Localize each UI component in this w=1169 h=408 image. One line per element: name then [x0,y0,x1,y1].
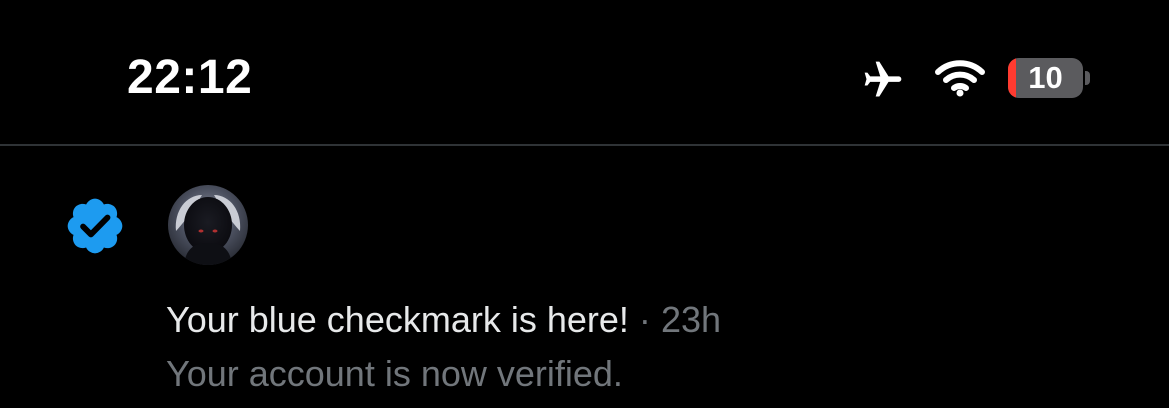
avatar[interactable] [168,185,248,265]
notification-body: Your account is now verified. [166,353,623,394]
airplane-icon [864,61,902,97]
notification-title-line: Your blue checkmark is here! · 23h [166,296,1126,344]
battery-cap [1085,71,1090,85]
battery-body: 10 [1008,58,1083,98]
notification-item[interactable]: Your blue checkmark is here! · 23h Your … [0,146,1169,408]
notification-time: 23h [660,299,722,340]
avatar-image [168,185,248,265]
battery-icon: 10 [1008,58,1090,98]
status-time: 22:12 [127,51,253,104]
verified-badge-icon [67,198,123,254]
wifi-icon [935,60,985,97]
notification-separator: · [638,299,651,340]
notification-text: Your blue checkmark is here! · 23h Your … [166,296,1126,398]
notification-title: Your blue checkmark is here! [166,299,629,340]
status-bar: 22:12 10 [0,0,1169,140]
battery-level: 10 [1028,60,1063,95]
